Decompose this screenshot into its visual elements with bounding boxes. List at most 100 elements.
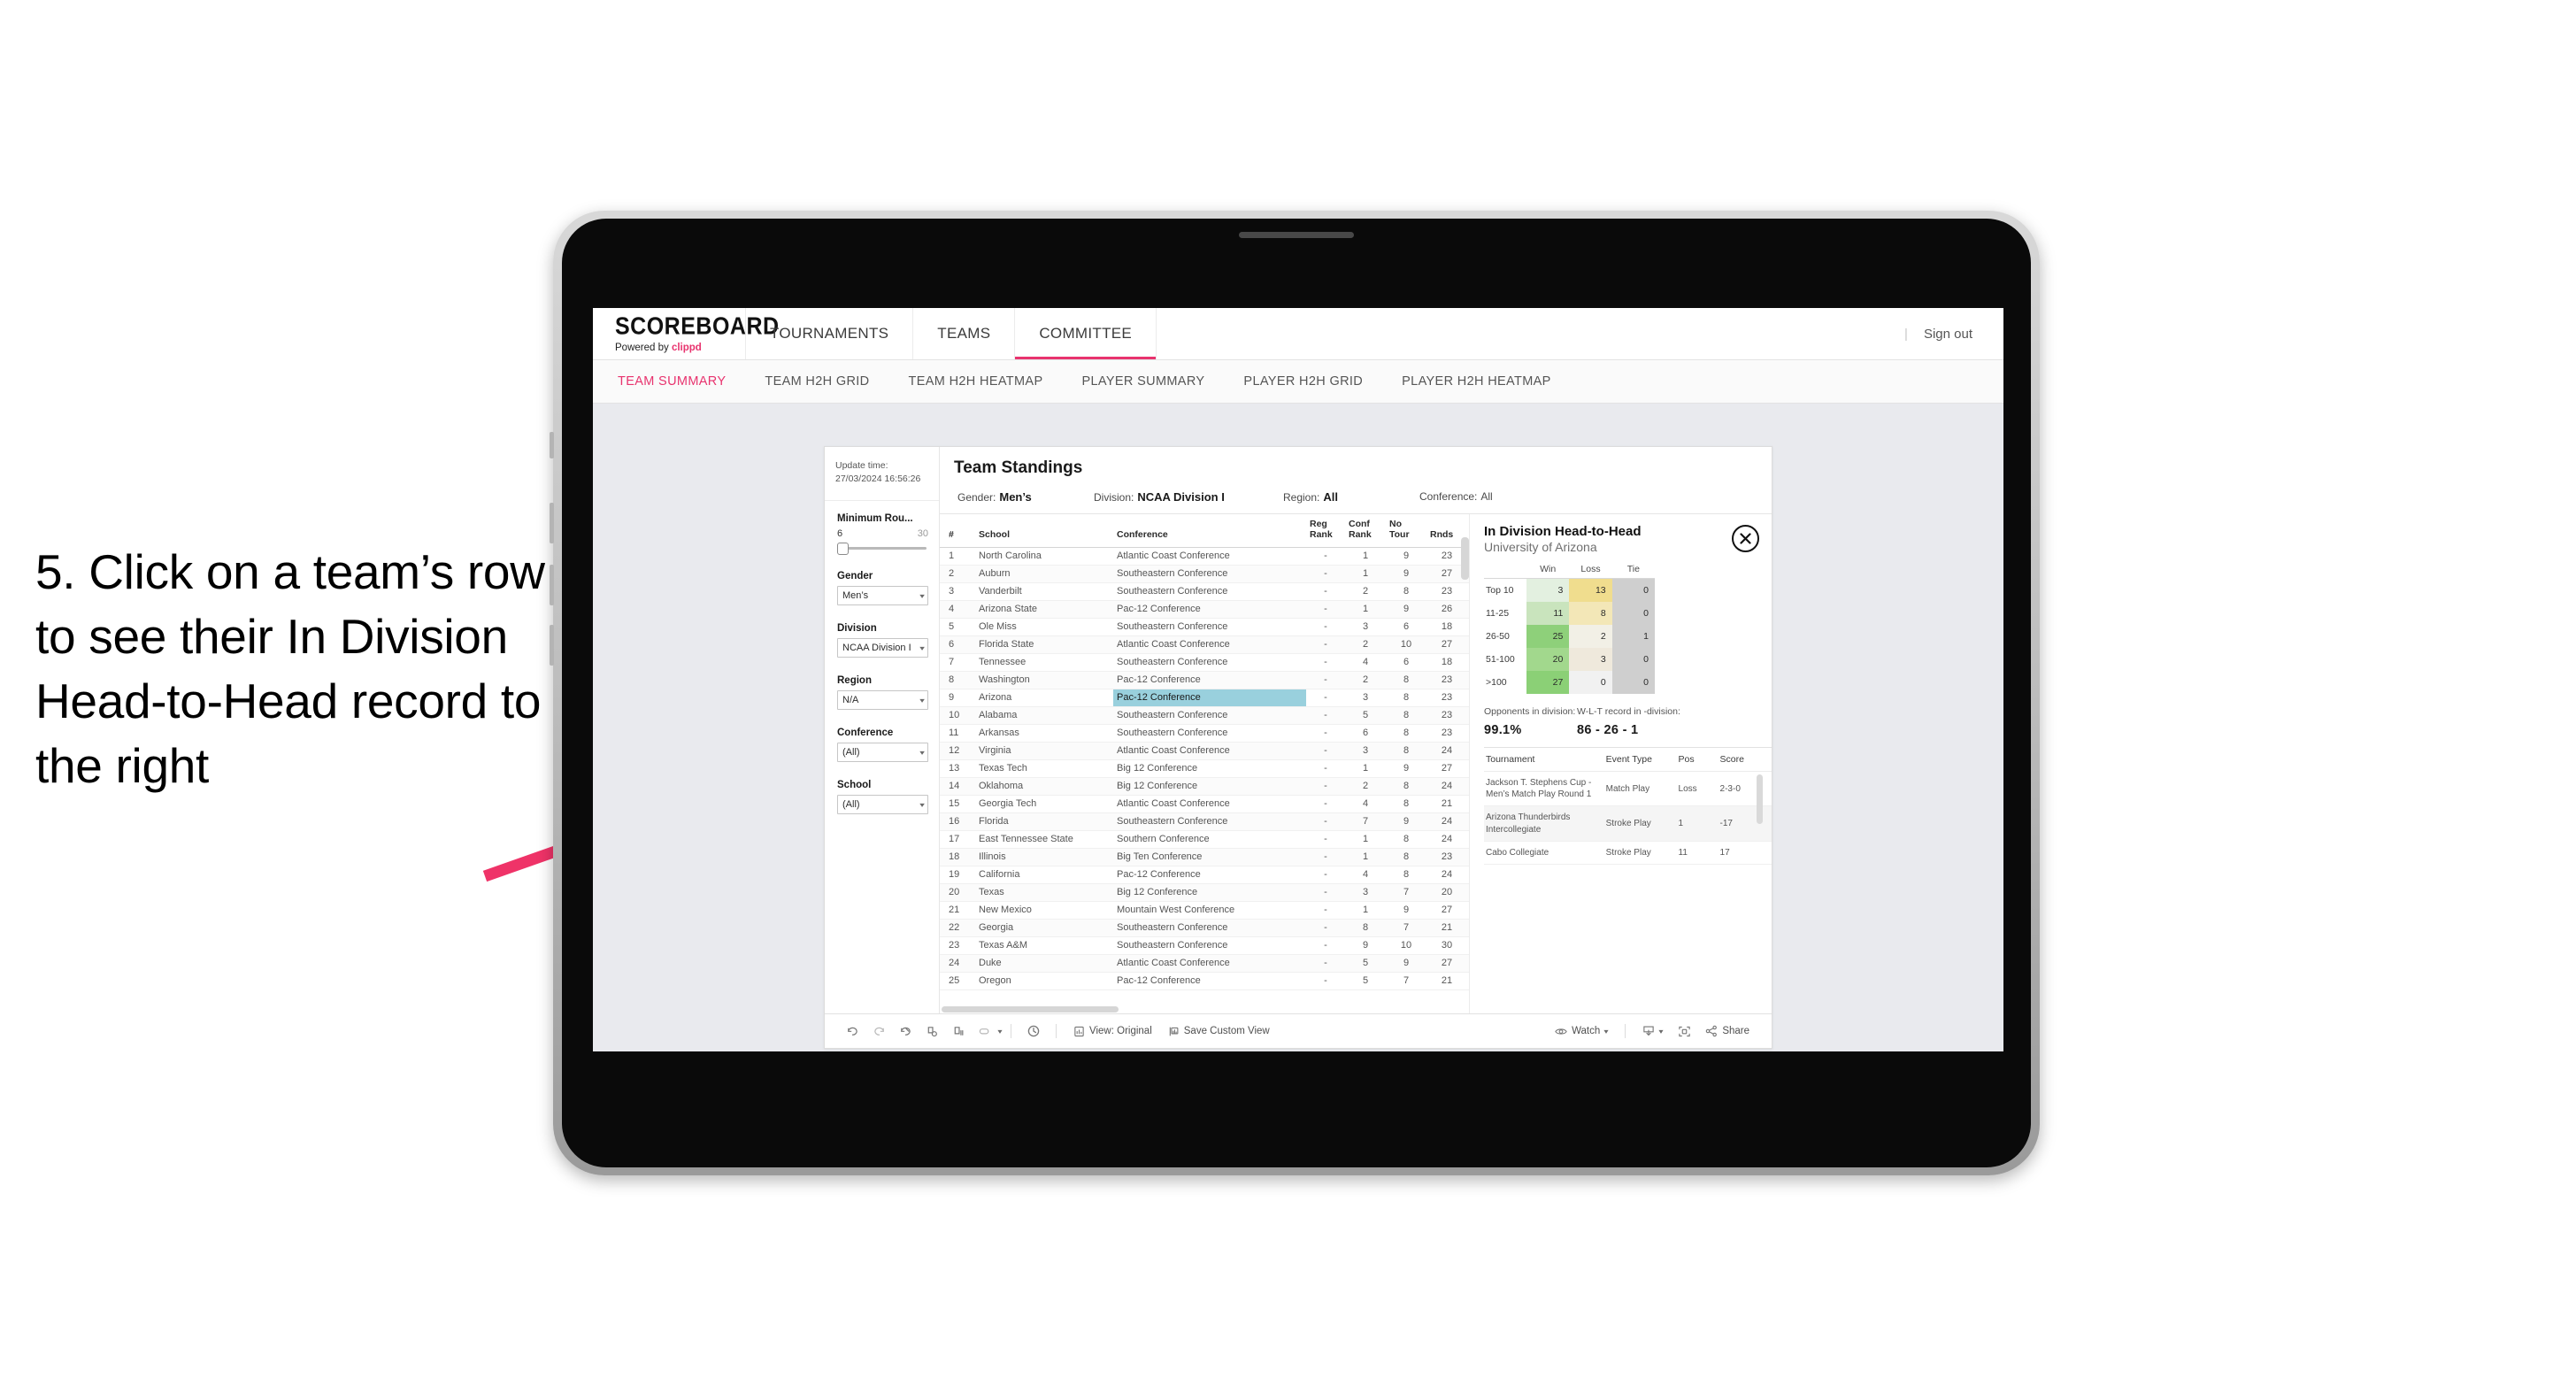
h2h-cell[interactable]: 11: [1526, 602, 1570, 625]
table-row[interactable]: 8WashingtonPac-12 Conference-28231: [940, 671, 1469, 689]
save-custom-view-button[interactable]: Save Custom View: [1160, 1026, 1278, 1037]
nav-committee[interactable]: COMMITTEE: [1015, 308, 1157, 359]
standings-vertical-scrollbar[interactable]: [1461, 537, 1469, 580]
standings-scroll-area[interactable]: # School Conference Reg Rank Conf Rank No T…: [940, 514, 1469, 1005]
tab-team-h2h-grid[interactable]: TEAM H2H GRID: [745, 374, 888, 389]
col-conference[interactable]: Conference: [1113, 514, 1306, 548]
pause-updates-icon[interactable]: [945, 1025, 972, 1038]
table-row[interactable]: 9ArizonaPac-12 Conference-38232: [940, 689, 1469, 707]
share-button[interactable]: Share: [1697, 1025, 1757, 1037]
h2h-cell[interactable]: 3: [1569, 648, 1612, 671]
table-row[interactable]: 14OklahomaBig 12 Conference-28242: [940, 777, 1469, 796]
col-school[interactable]: School: [975, 514, 1113, 548]
power-button[interactable]: [550, 432, 554, 458]
sign-out-area[interactable]: | Sign out: [1904, 308, 2003, 359]
col-rank[interactable]: #: [940, 514, 975, 548]
volume-down-button[interactable]: [550, 565, 554, 605]
h2h-cell[interactable]: 0: [1611, 671, 1655, 694]
gender-select[interactable]: Men’s ▾: [837, 586, 928, 606]
h2h-cell[interactable]: 0: [1569, 671, 1612, 694]
table-row[interactable]: 6 Florida State Atlantic Coast Conference -…: [940, 635, 1469, 654]
tab-team-summary[interactable]: TEAM SUMMARY: [618, 374, 745, 389]
tournament-row[interactable]: Jackson T. Stephens Cup - Men’s Match Pl…: [1484, 771, 1772, 807]
h2h-cell[interactable]: 0: [1611, 578, 1655, 602]
standings-header: Team Standings Gender: Men’s Division: NCA…: [940, 447, 1772, 513]
scroll-thumb[interactable]: [942, 1006, 1119, 1013]
h2h-cell[interactable]: 1: [1611, 625, 1655, 648]
conference-select[interactable]: (All) ▾: [837, 743, 928, 763]
tournament-row[interactable]: Cabo Collegiate Stroke Play 11 17: [1484, 841, 1772, 865]
tab-player-h2h-heatmap[interactable]: PLAYER H2H HEATMAP: [1382, 374, 1571, 389]
nav-tournaments[interactable]: TOURNAMENTS: [746, 308, 914, 359]
refresh-data-icon[interactable]: [919, 1025, 945, 1038]
h2h-cell[interactable]: 2: [1569, 625, 1612, 648]
table-row[interactable]: 23 Texas A&M Southeastern Conference -9 10 30…: [940, 936, 1469, 955]
brand-logo[interactable]: SCOREBOARD Powered by clippd: [593, 308, 779, 359]
table-row[interactable]: 3VanderbiltSoutheastern Conference-28235: [940, 582, 1469, 601]
undo-icon[interactable]: [839, 1025, 865, 1038]
alert-icon[interactable]: [1020, 1024, 1047, 1038]
redo-icon[interactable]: [865, 1025, 892, 1038]
table-row[interactable]: 25OregonPac-12 Conference-57210: [940, 972, 1469, 990]
download-button[interactable]: ▾: [1634, 1025, 1671, 1037]
col-conf-rank[interactable]: Conf Rank: [1345, 514, 1386, 548]
table-row[interactable]: 21 New Mexico Mountain West Conference -1 9 2…: [940, 901, 1469, 920]
col-notour-l2: Tour: [1389, 528, 1410, 540]
table-row[interactable]: 22GeorgiaSoutheastern Conference-87211: [940, 919, 1469, 937]
table-row[interactable]: 19CaliforniaPac-12 Conference-48242: [940, 866, 1469, 884]
table-row[interactable]: 10AlabamaSoutheastern Conference-58233: [940, 706, 1469, 725]
sign-out-label[interactable]: Sign out: [1924, 327, 1972, 342]
table-row[interactable]: 2AuburnSoutheastern Conference-19276: [940, 565, 1469, 583]
slider-handle[interactable]: [837, 543, 849, 556]
h2h-cell[interactable]: 20: [1526, 648, 1570, 671]
table-row[interactable]: 12 Virginia Atlantic Coast Conference -3 8 24…: [940, 742, 1469, 760]
watch-button[interactable]: Watch ▾: [1547, 1026, 1616, 1037]
standings-horizontal-scrollbar[interactable]: [940, 1005, 1469, 1013]
table-row[interactable]: 4Arizona StatePac-12 Conference-19261: [940, 600, 1469, 619]
table-row[interactable]: 20TexasBig 12 Conference-37200: [940, 883, 1469, 902]
tour-col-name[interactable]: Tournament: [1484, 748, 1604, 772]
table-row[interactable]: 17 East Tennessee State Southern Conferenc…: [940, 830, 1469, 849]
nav-teams[interactable]: TEAMS: [913, 308, 1016, 359]
table-row[interactable]: 16FloridaSoutheastern Conference-79244: [940, 812, 1469, 831]
school-select[interactable]: (All) ▾: [837, 795, 928, 815]
highlight-icon[interactable]: [972, 1025, 998, 1038]
tour-col-score[interactable]: Score: [1718, 748, 1772, 772]
h2h-cell[interactable]: 3: [1526, 578, 1570, 602]
table-row[interactable]: 18IllinoisBig Ten Conference-18233: [940, 848, 1469, 866]
table-row[interactable]: 7TennesseeSoutheastern Conference-46182: [940, 653, 1469, 672]
col-reg-rank[interactable]: Reg Rank: [1306, 514, 1345, 548]
min-rounds-slider[interactable]: [837, 543, 928, 556]
tab-player-h2h-grid[interactable]: PLAYER H2H GRID: [1224, 374, 1382, 389]
tour-col-pos[interactable]: Pos: [1676, 748, 1719, 772]
cell-reg-rank: -: [1306, 706, 1345, 725]
table-row[interactable]: 5Ole MissSoutheastern Conference-36181: [940, 618, 1469, 636]
cell-school: Texas: [975, 883, 1113, 902]
tournaments-scrollbar[interactable]: [1757, 774, 1763, 824]
h2h-cell[interactable]: 13: [1569, 578, 1612, 602]
tour-col-type[interactable]: Event Type: [1603, 748, 1677, 772]
view-original-button[interactable]: View: Original: [1065, 1026, 1160, 1037]
h2h-cell[interactable]: 27: [1526, 671, 1570, 694]
table-row[interactable]: 15 Georgia Tech Atlantic Coast Conference -…: [940, 795, 1469, 813]
table-row[interactable]: 11ArkansasSoutheastern Conference-68232: [940, 724, 1469, 743]
h2h-cell[interactable]: 0: [1611, 648, 1655, 671]
volume-up-button[interactable]: [550, 503, 554, 543]
close-circle-icon[interactable]: [1732, 525, 1759, 552]
region-select[interactable]: N/A ▾: [837, 690, 928, 711]
tab-team-h2h-heatmap[interactable]: TEAM H2H HEATMAP: [889, 374, 1063, 389]
table-row[interactable]: 24DukeAtlantic Coast Conference-59271: [940, 954, 1469, 973]
h2h-cell[interactable]: 0: [1611, 602, 1655, 625]
fullscreen-icon[interactable]: [1671, 1025, 1697, 1038]
tournament-row[interactable]: Arizona Thunderbirds Intercollegiate Stro…: [1484, 805, 1772, 842]
h2h-cell[interactable]: 25: [1526, 625, 1570, 648]
table-row[interactable]: 1 North Carolina Atlantic Coast Conference…: [940, 547, 1469, 566]
tab-player-summary[interactable]: PLAYER SUMMARY: [1062, 374, 1224, 389]
h2h-cell[interactable]: 8: [1569, 602, 1612, 625]
chevron-down-icon[interactable]: ▾: [997, 1028, 1002, 1036]
revert-icon[interactable]: [892, 1025, 919, 1038]
division-select[interactable]: NCAA Division I ▾: [837, 638, 928, 658]
side-button[interactable]: [550, 625, 554, 666]
table-row[interactable]: 13Texas TechBig 12 Conference-19272: [940, 759, 1469, 778]
col-no-tour[interactable]: No Tour: [1386, 514, 1426, 548]
